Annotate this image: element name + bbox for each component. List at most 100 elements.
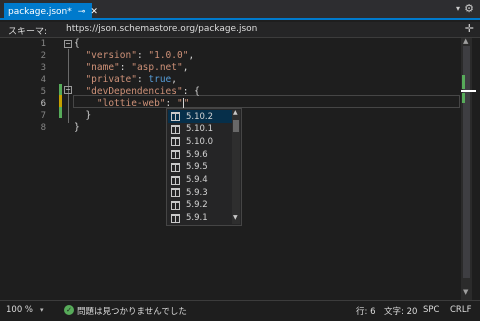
package-icon: [171, 124, 180, 134]
package-icon: [171, 213, 180, 223]
zoom-level[interactable]: 100 %: [6, 305, 33, 315]
code-token: :: [119, 62, 132, 73]
completion-item-label: 5.9.5: [186, 162, 208, 173]
code-line[interactable]: }: [74, 122, 80, 134]
completion-item[interactable]: 5.9.5: [168, 161, 232, 174]
tab-list-dropdown-icon[interactable]: ▾: [456, 4, 460, 13]
completion-item-label: 5.9.4: [186, 175, 208, 185]
package-icon: [171, 188, 180, 198]
code-token: }: [74, 110, 92, 121]
completion-item-label: 5.9.6: [186, 149, 208, 160]
line-indicator[interactable]: 行: 6: [356, 305, 375, 317]
completion-item-label: 5.10.0: [186, 136, 214, 147]
package-icon: [171, 112, 180, 121]
tab-title: package.json*: [8, 6, 72, 17]
completion-item[interactable]: 5.9.2: [168, 199, 232, 212]
line-number: 1: [40, 39, 46, 49]
scrollbar-caret-marker: [461, 90, 476, 92]
completion-item[interactable]: 5.10.2: [168, 110, 232, 123]
code-token: "private": [85, 74, 137, 85]
pin-icon[interactable]: ⊸: [78, 7, 86, 17]
code-token: :: [136, 50, 149, 61]
package-icon: [171, 162, 180, 172]
unsaved-change-marker: [59, 95, 62, 107]
gear-icon[interactable]: ⚙: [464, 2, 474, 15]
line-ending-indicator[interactable]: CRLF: [450, 305, 471, 315]
line-number: 8: [40, 123, 46, 133]
schema-url[interactable]: https://json.schemastore.org/package.jso…: [66, 24, 257, 34]
tab-package-json[interactable]: package.json* ⊸ ✕: [4, 3, 98, 20]
completion-item[interactable]: 5.9.6: [168, 148, 232, 161]
vertical-scrollbar[interactable]: ▲ ▼: [461, 37, 476, 300]
code-token: "1.0.0": [148, 50, 189, 61]
completion-item-label: 5.9.3: [186, 187, 208, 198]
completion-scrollbar-thumb[interactable]: [233, 120, 239, 132]
code-token: "name": [85, 62, 120, 73]
issues-status[interactable]: 問題は見つかりませんでした: [77, 305, 187, 317]
completion-item-label: 5.10.1: [186, 124, 214, 135]
code-line[interactable]: {: [74, 38, 80, 50]
line-number: 5: [40, 87, 46, 97]
code-token: ,: [188, 50, 195, 61]
completion-item-label: 5.9.1: [186, 213, 208, 224]
intellisense-popup: 5.10.2 5.10.1 5.10.0 5.9.6 5.9.5 5.9.4 5.9.3 5.…: [166, 108, 242, 226]
checkmark-circle-icon: ✓: [64, 305, 74, 315]
code-token: :: [136, 74, 149, 85]
zoom-dropdown-icon[interactable]: ▾: [40, 306, 44, 314]
tab-strip: package.json* ⊸ ✕ ▾ ⚙: [0, 0, 480, 20]
code-line[interactable]: "devDependencies": {: [74, 86, 200, 98]
schema-bar: スキーマ: https://json.schemastore.org/packa…: [0, 22, 480, 38]
scroll-up-icon[interactable]: ▲: [233, 109, 238, 116]
code-token: "version": [85, 50, 137, 61]
package-icon: [171, 175, 180, 185]
scroll-up-icon[interactable]: ▲: [463, 37, 468, 45]
line-number: 7: [40, 111, 46, 121]
code-token: "asp.net": [131, 62, 183, 73]
scroll-down-icon[interactable]: ▼: [463, 288, 468, 296]
code-line[interactable]: "version": "1.0.0",: [74, 50, 194, 62]
completion-item[interactable]: 5.10.0: [168, 135, 232, 148]
code-token: {: [74, 38, 80, 49]
line-number: 2: [40, 51, 46, 61]
code-line[interactable]: "name": "asp.net",: [74, 62, 188, 74]
code-token: true: [148, 74, 172, 85]
fold-toggle-icon[interactable]: −: [64, 86, 72, 94]
schema-label: スキーマ:: [8, 27, 48, 37]
scrollbar-change-marker: [462, 75, 465, 89]
code-token: "devDependencies": [85, 86, 183, 97]
completion-item[interactable]: 5.10.1: [168, 123, 232, 136]
whitespace-indicator[interactable]: SPC: [423, 305, 439, 315]
package-icon: [171, 200, 180, 210]
split-editor-icon[interactable]: ✛: [465, 22, 474, 35]
package-icon: [171, 137, 180, 147]
code-token: ,: [182, 62, 189, 73]
char-indicator[interactable]: 文字: 20: [384, 305, 417, 317]
line-number: 4: [40, 75, 46, 85]
saved-change-marker: [59, 84, 62, 95]
fold-toggle-icon[interactable]: −: [64, 40, 72, 48]
code-line[interactable]: }: [74, 110, 91, 122]
code-token: ,: [171, 74, 178, 85]
completion-item-label: 5.9.2: [186, 200, 208, 211]
completion-item[interactable]: 5.9.3: [168, 186, 232, 199]
status-bar: 100 % ▾ ✓ 問題は見つかりませんでした 行: 6 文字: 20 SPC …: [0, 300, 480, 321]
code-token: : {: [182, 86, 200, 97]
scroll-down-icon[interactable]: ▼: [233, 214, 238, 221]
close-icon[interactable]: ✕: [90, 7, 98, 17]
package-icon: [171, 150, 180, 160]
line-number: 3: [40, 63, 46, 73]
completion-item[interactable]: 5.9.1: [168, 212, 232, 225]
scrollbar-change-marker: [462, 93, 465, 103]
code-token: "lottie-web": [96, 98, 166, 109]
code-line[interactable]: "private": true,: [74, 74, 177, 86]
saved-change-marker: [59, 107, 62, 118]
code-token: }: [74, 122, 80, 133]
completion-item-label: 5.10.2: [186, 111, 214, 122]
completion-item[interactable]: 5.9.4: [168, 174, 232, 187]
completion-scrollbar[interactable]: ▲ ▼: [232, 109, 240, 224]
